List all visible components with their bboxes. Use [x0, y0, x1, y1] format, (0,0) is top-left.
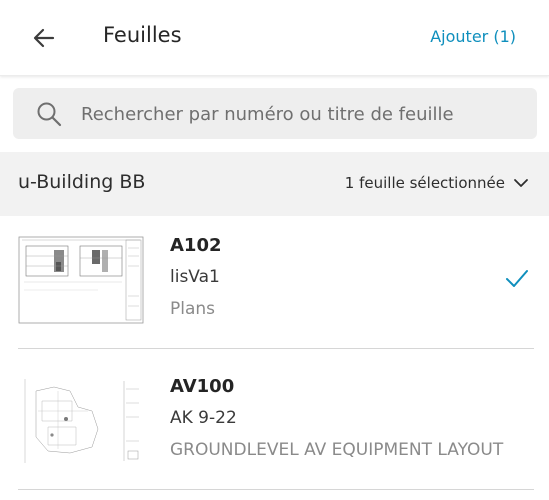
sheet-list-item[interactable]: A102 lisVa1 Plans: [0, 216, 549, 357]
list-divider: [18, 489, 534, 490]
arrow-left-icon[interactable]: [29, 23, 59, 53]
project-group-header: u-Building BB 1 feuille sélectionnée: [0, 152, 549, 216]
sheet-number: AV100: [170, 376, 235, 397]
selection-dropdown[interactable]: 1 feuille sélectionnée: [345, 174, 529, 192]
project-name: u-Building BB: [18, 171, 146, 193]
search-input[interactable]: [79, 88, 523, 141]
checkmark-icon: [506, 270, 528, 287]
sheet-title: AK 9-22: [170, 408, 237, 428]
sheet-category: Plans: [170, 299, 216, 319]
sheet-thumbnail: [18, 236, 144, 324]
sheet-category: GROUNDLEVEL AV EQUIPMENT LAYOUT: [170, 440, 504, 460]
sheet-list-item[interactable]: AV100 AK 9-22 GROUNDLEVEL AV EQUIPMENT L…: [0, 357, 549, 498]
sheet-title: lisVa1: [170, 267, 220, 287]
selection-count-label: 1 feuille sélectionnée: [344, 174, 505, 192]
add-button[interactable]: Ajouter (1): [430, 27, 516, 46]
list-divider: [18, 348, 534, 349]
sheet-thumbnail: [18, 377, 144, 465]
chevron-down-icon: [514, 179, 528, 187]
sheet-number: A102: [170, 235, 222, 256]
search-bar[interactable]: [13, 88, 537, 141]
search-icon: [37, 102, 62, 127]
page-title: Feuilles: [103, 23, 182, 47]
top-bar: Feuilles Ajouter (1): [0, 0, 549, 76]
